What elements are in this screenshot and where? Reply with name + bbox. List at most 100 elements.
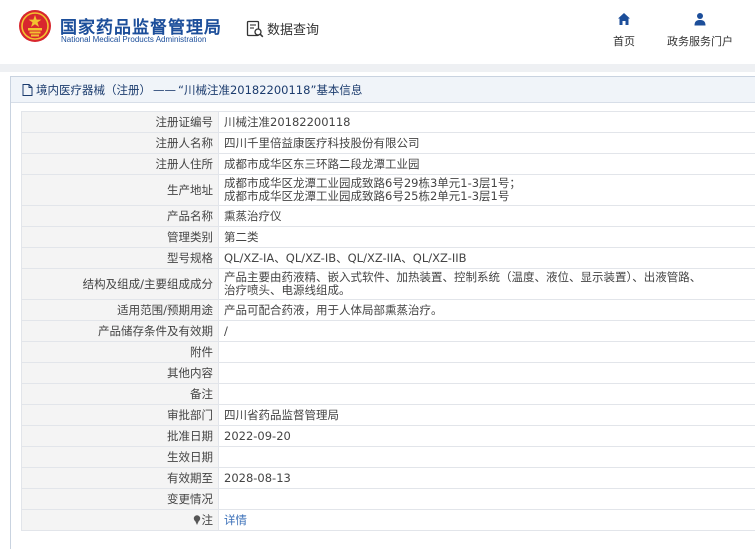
row-value (218, 488, 755, 510)
row-value: 熏蒸治疗仪 (218, 205, 755, 227)
row-value (218, 341, 755, 363)
table-row: 生效日期 (21, 446, 755, 468)
row-label-text: 注 (201, 512, 214, 527)
row-value: 2022-09-20 (218, 425, 755, 447)
row-value-line: 四川千里倍益康医疗科技股份有限公司 (224, 135, 420, 150)
row-label: 生效日期 (21, 446, 219, 468)
row-value-line: / (224, 323, 228, 338)
table-row: 有效期至 2028-08-13 (21, 467, 755, 489)
row-value (218, 383, 755, 405)
table-row: 其他内容 (21, 362, 755, 384)
row-value-line: 四川省药品监督管理局 (224, 407, 339, 422)
row-label-text: 变更情况 (167, 491, 213, 506)
breadcrumb-separator: —— (153, 82, 176, 97)
site-header: 国家药品监督管理局 National Medical Products Admi… (0, 0, 755, 64)
row-label-text: 备注 (190, 386, 213, 401)
row-label-text: 批准日期 (167, 428, 213, 443)
detail-panel: 境内医疗器械（注册） —— “川械注准20182200118”基本信息 注册证编… (10, 76, 755, 549)
table-row: 适用范围/预期用途 产品可配合药液，用于人体局部熏蒸治疗。 (21, 299, 755, 321)
row-label: 附件 (21, 341, 219, 363)
nav-home[interactable]: 首页 (606, 12, 642, 49)
nav-home-label: 首页 (613, 35, 635, 48)
row-value: QL/XZ-IA、QL/XZ-IB、QL/XZ-IIA、QL/XZ-IIB (218, 247, 755, 269)
row-label-text: 管理类别 (167, 229, 213, 244)
row-value-line: QL/XZ-IA、QL/XZ-IB、QL/XZ-IIA、QL/XZ-IIB (224, 250, 467, 265)
row-value-line: 2028-08-13 (224, 470, 291, 485)
row-value-line: 治疗喷头、电源线组成。 (224, 283, 351, 297)
row-label: 注册人住所 (21, 153, 219, 175)
row-label-text: 产品储存条件及有效期 (98, 323, 213, 338)
row-label-text: 注册证编号 (155, 114, 214, 129)
table-row: 附件 (21, 341, 755, 363)
row-value: / (218, 320, 755, 342)
row-value: 详情 (218, 509, 755, 531)
row-label: 管理类别 (21, 226, 219, 248)
row-value: 产品可配合药液，用于人体局部熏蒸治疗。 (218, 299, 755, 321)
table-row: 产品名称 熏蒸治疗仪 (21, 205, 755, 227)
table-row: 注册人住所 成都市成华区东三环路二段龙潭工业园 (21, 153, 755, 175)
table-row: 变更情况 (21, 488, 755, 510)
row-label: 适用范围/预期用途 (21, 299, 219, 321)
row-label: 备注 (21, 383, 219, 405)
row-label-text: 生产地址 (167, 182, 213, 197)
row-label: 注册人名称 (21, 132, 219, 154)
table-row: 注册证编号 川械注准20182200118 (21, 111, 755, 133)
row-value-line: 第二类 (224, 229, 259, 244)
table-row: 型号规格 QL/XZ-IA、QL/XZ-IB、QL/XZ-IIA、QL/XZ-II… (21, 247, 755, 269)
row-label: 变更情况 (21, 488, 219, 510)
table-row: 结构及组成/主要组成成分 产品主要由药液精、嵌入式软件、加热装置、控制系统（温度、… (21, 268, 755, 300)
row-value-line: 成都市成华区东三环路二段龙潭工业园 (224, 156, 420, 171)
row-label: 批准日期 (21, 425, 219, 447)
row-label-text: 结构及组成/主要组成成分 (82, 276, 213, 291)
breadcrumb-section[interactable]: 境内医疗器械（注册） (36, 82, 151, 98)
row-value (218, 362, 755, 384)
row-label: 注册证编号 (21, 111, 219, 133)
row-value-line: 川械注准20182200118 (224, 114, 351, 129)
row-value: 产品主要由药液精、嵌入式软件、加热装置、控制系统（温度、液位、显示装置）、出液管… (218, 268, 755, 300)
registration-info-table: 注册证编号 川械注准20182200118 注册人名称 四川千里倍益康医疗科技股份有限… (21, 111, 755, 531)
table-row: 审批部门 四川省药品监督管理局 (21, 404, 755, 426)
org-name-en: National Medical Products Administration (61, 35, 207, 44)
row-label-text: 注册人住所 (155, 156, 214, 171)
row-value-line: 产品可配合药液，用于人体局部熏蒸治疗。 (224, 302, 443, 317)
row-label: 审批部门 (21, 404, 219, 426)
row-value: 第二类 (218, 226, 755, 248)
row-label: 有效期至 (21, 467, 219, 489)
document-search-icon (246, 20, 264, 37)
table-row: 生产地址 成都市成华区龙潭工业园成致路6号29栋3单元1-3层1号； 成都市成华区龙… (21, 174, 755, 206)
row-value: 川械注准20182200118 (218, 111, 755, 133)
data-query-label: 数据查询 (267, 23, 320, 38)
row-label-text: 型号规格 (167, 250, 213, 265)
user-icon (694, 13, 706, 26)
row-label: 注 (21, 509, 219, 531)
row-value: 2028-08-13 (218, 467, 755, 489)
row-label: 产品储存条件及有效期 (21, 320, 219, 342)
details-link[interactable]: 详情 (224, 513, 755, 527)
row-value-line: 熏蒸治疗仪 (224, 208, 282, 223)
row-label-text: 产品名称 (167, 208, 213, 223)
nav-service-label: 政务服务门户 (667, 35, 733, 48)
table-row: 批准日期 2022-09-20 (21, 425, 755, 447)
breadcrumb-title: “川械注准20182200118”基本信息 (178, 82, 363, 97)
row-value-line: 2022-09-20 (224, 428, 291, 443)
data-query-link[interactable]: 数据查询 (246, 19, 319, 38)
row-label: 产品名称 (21, 205, 219, 227)
row-value: 四川省药品监督管理局 (218, 404, 755, 426)
row-label-text: 适用范围/预期用途 (117, 302, 213, 317)
row-label: 生产地址 (21, 174, 219, 206)
national-emblem-icon (19, 10, 51, 42)
header-divider (0, 64, 755, 72)
row-value: 成都市成华区东三环路二段龙潭工业园 (218, 153, 755, 175)
row-value: 四川千里倍益康医疗科技股份有限公司 (218, 132, 755, 154)
home-icon (618, 13, 630, 25)
row-label-text: 附件 (190, 344, 213, 359)
table-row: 产品储存条件及有效期 / (21, 320, 755, 342)
row-label-text: 有效期至 (167, 470, 213, 485)
row-label-text: 注册人名称 (155, 135, 214, 150)
nav-service-portal[interactable]: 政务服务门户 (660, 12, 740, 49)
table-row: 注详情 (21, 509, 755, 531)
row-label-text: 生效日期 (167, 449, 213, 464)
row-label: 型号规格 (21, 247, 219, 269)
row-label-text: 其他内容 (167, 365, 213, 380)
row-label-text: 审批部门 (167, 407, 213, 422)
